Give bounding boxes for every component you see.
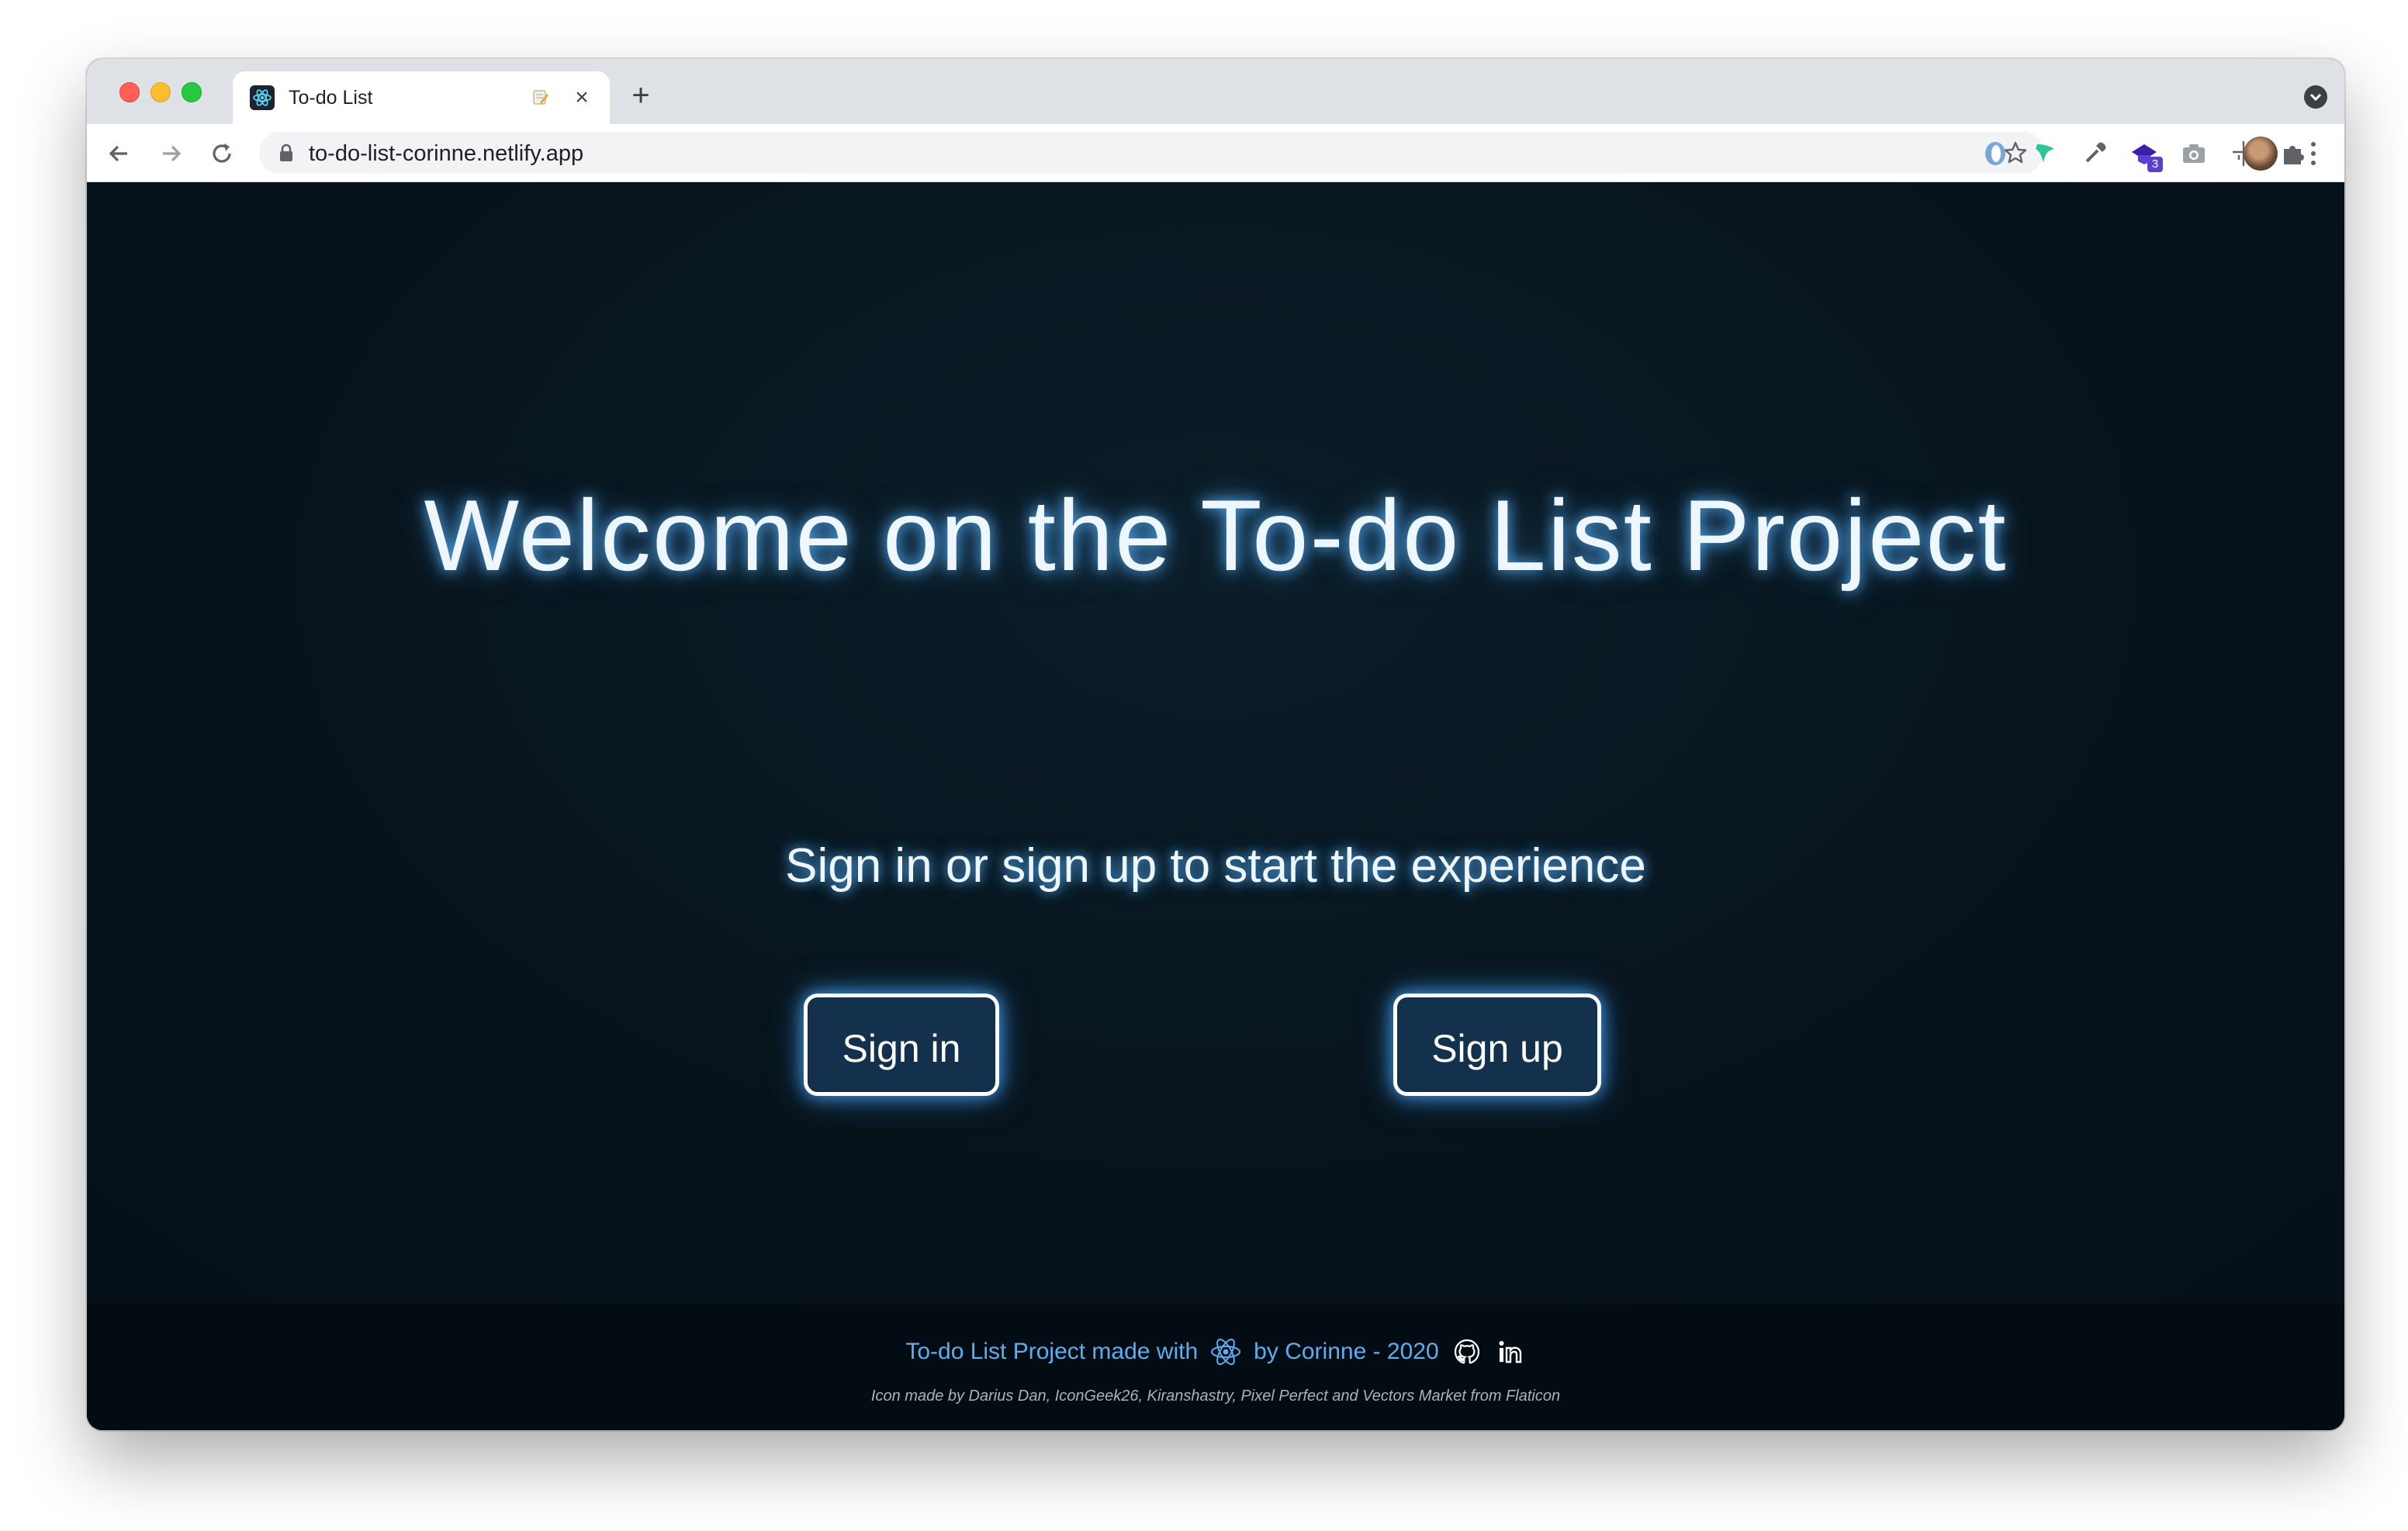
page-title: Welcome on the To-do List Project (424, 479, 2008, 592)
tab-close-icon[interactable]: × (566, 82, 597, 113)
memo-icon (533, 90, 548, 105)
footer: To-do List Project made with by Corinne … (87, 1304, 2344, 1430)
more-menu-icon[interactable] (2306, 138, 2321, 169)
github-icon[interactable] (1451, 1336, 1483, 1367)
tab-to-do-list[interactable]: To-do List × (233, 71, 610, 124)
footer-line: To-do List Project made with by Corinne … (87, 1335, 2344, 1374)
react-icon (1211, 1339, 1241, 1365)
url-text: to-do-list-corinne.netlify.app (309, 141, 584, 166)
forward-arrow-icon[interactable] (154, 137, 188, 171)
page-content: Welcome on the To-do List Project Sign i… (87, 182, 2344, 1430)
extension-badge: 3 (2147, 157, 2163, 172)
sign-in-button[interactable]: Sign in (804, 994, 999, 1096)
page-background (87, 182, 2344, 1304)
new-tab-button[interactable]: + (622, 78, 659, 115)
tab-strip: To-do List × + (87, 59, 2344, 124)
opera-extension-icon[interactable] (1980, 138, 2011, 169)
maximize-window-button[interactable] (182, 82, 202, 102)
eyedropper-extension-icon[interactable] (2079, 138, 2110, 169)
puzzle-extensions-icon[interactable] (2278, 138, 2309, 169)
react-favicon-icon (250, 85, 275, 110)
sign-up-button[interactable]: Sign up (1393, 994, 1601, 1096)
address-bar[interactable]: to-do-list-corinne.netlify.app (259, 132, 2043, 174)
footer-credit: Icon made by Darius Dan, IconGeek26, Kir… (870, 1388, 1561, 1405)
footer-made-with-text: To-do List Project made with (905, 1339, 1199, 1364)
linkedin-icon[interactable] (1495, 1336, 1526, 1367)
lock-icon (280, 143, 292, 161)
browser-toolbar: to-do-list-corinne.netlify.app 3 (87, 124, 2344, 182)
tab-title: To-do List (289, 87, 373, 109)
profile-avatar[interactable] (2244, 137, 2278, 171)
minimize-window-button[interactable] (150, 82, 171, 102)
green-leaf-extension-icon[interactable] (2029, 138, 2060, 169)
footer-author-text: by Corinne - 2020 (1254, 1339, 1439, 1364)
close-window-button[interactable] (119, 82, 140, 102)
reload-icon[interactable] (205, 137, 239, 171)
browser-window: To-do List × + to-do-list-corinne.netlif… (87, 59, 2344, 1430)
camera-extension-icon[interactable] (2178, 138, 2209, 169)
page-subtitle: Sign in or sign up to start the experien… (785, 839, 1646, 893)
purple-hat-extension-icon[interactable]: 3 (2129, 138, 2163, 172)
tab-search-icon[interactable] (2304, 85, 2327, 109)
back-arrow-icon[interactable] (102, 137, 137, 171)
